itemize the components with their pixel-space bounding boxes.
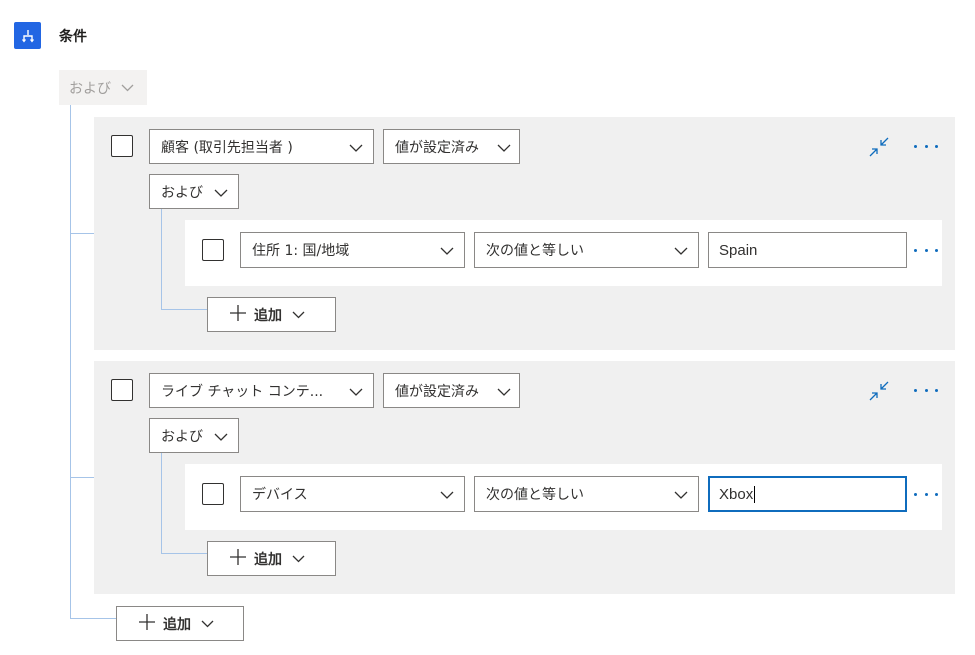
branch-icon	[14, 22, 41, 49]
group-field-dropdown[interactable]: ライブ チャット コンテ...	[149, 373, 374, 408]
chevron-down-icon	[201, 616, 214, 632]
group-field-dropdown[interactable]: 顧客 (取引先担当者 )	[149, 129, 374, 164]
row-condition-label: 次の値と等しい	[486, 487, 584, 503]
row-condition-dropdown[interactable]: 次の値と等しい	[474, 232, 699, 268]
root-connector-line	[70, 105, 71, 619]
chevron-down-icon	[497, 385, 511, 401]
row-condition-dropdown[interactable]: 次の値と等しい	[474, 476, 699, 512]
chevron-down-icon	[214, 186, 228, 202]
group-condition-label: 値が設定済み	[395, 383, 479, 400]
group-condition-label: 値が設定済み	[395, 139, 479, 156]
chevron-down-icon	[121, 80, 134, 96]
chevron-down-icon	[292, 307, 305, 323]
group-connector-branch	[161, 309, 207, 310]
text-caret	[754, 485, 756, 503]
page-title: 条件	[59, 29, 87, 45]
chevron-down-icon	[349, 141, 363, 157]
group-connector-line	[161, 453, 162, 553]
group-connector-line	[161, 209, 162, 309]
row-field-dropdown[interactable]: 住所 1: 国/地域	[240, 232, 465, 268]
root-operator-dropdown: および	[59, 70, 147, 105]
group-operator-dropdown[interactable]: および	[149, 418, 239, 453]
more-options-icon[interactable]	[914, 382, 938, 398]
group-operator-dropdown[interactable]: および	[149, 174, 239, 209]
more-options-icon[interactable]	[914, 486, 938, 502]
row-checkbox[interactable]	[202, 483, 224, 505]
collapse-icon[interactable]	[868, 136, 890, 158]
root-add-label: 追加	[163, 616, 191, 633]
row-value-text: Xbox	[719, 485, 754, 503]
group-checkbox[interactable]	[111, 379, 133, 401]
group-checkbox[interactable]	[111, 135, 133, 157]
group-add-button[interactable]: 追加	[207, 541, 336, 576]
group-field-label: ライブ チャット コンテ...	[161, 383, 324, 400]
group-add-button[interactable]: 追加	[207, 297, 336, 332]
group-operator-label: および	[161, 428, 203, 445]
chevron-down-icon	[497, 141, 511, 157]
row-field-label: デバイス	[252, 487, 308, 503]
row-value-input[interactable]: Xbox	[708, 476, 907, 512]
row-field-dropdown[interactable]: デバイス	[240, 476, 465, 512]
chevron-down-icon	[292, 551, 305, 567]
root-connector-branch	[70, 618, 116, 619]
root-connector-branch	[70, 477, 94, 478]
row-value-text: Spain	[719, 241, 758, 259]
chevron-down-icon	[349, 385, 363, 401]
root-connector-branch	[70, 233, 94, 234]
group-condition-dropdown[interactable]: 値が設定済み	[383, 373, 520, 408]
group-operator-label: および	[161, 184, 203, 201]
chevron-down-icon	[440, 244, 454, 260]
row-field-label: 住所 1: 国/地域	[252, 243, 350, 259]
chevron-down-icon	[674, 488, 688, 504]
plus-icon	[230, 548, 246, 569]
plus-icon	[139, 613, 155, 634]
chevron-down-icon	[214, 430, 228, 446]
plus-icon	[230, 304, 246, 325]
more-options-icon[interactable]	[914, 138, 938, 154]
group-add-label: 追加	[254, 307, 282, 324]
group-add-label: 追加	[254, 551, 282, 568]
group-connector-branch	[161, 553, 207, 554]
row-checkbox[interactable]	[202, 239, 224, 261]
root-add-button[interactable]: 追加	[116, 606, 244, 641]
row-value-input[interactable]: Spain	[708, 232, 907, 268]
root-operator-label: および	[69, 80, 111, 97]
chevron-down-icon	[674, 244, 688, 260]
group-field-label: 顧客 (取引先担当者 )	[161, 139, 293, 156]
collapse-icon[interactable]	[868, 380, 890, 402]
group-condition-dropdown[interactable]: 値が設定済み	[383, 129, 520, 164]
chevron-down-icon	[440, 488, 454, 504]
more-options-icon[interactable]	[914, 242, 938, 258]
row-condition-label: 次の値と等しい	[486, 243, 584, 259]
